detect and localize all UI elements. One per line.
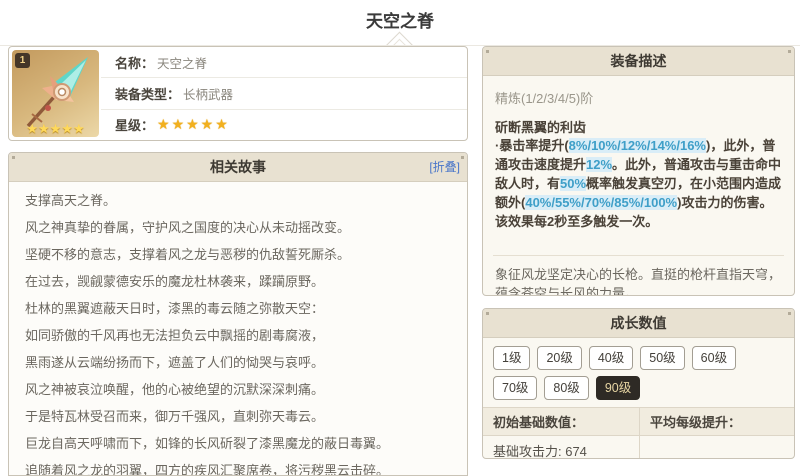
base-attack-stat: 基础攻击力: 674 <box>493 444 587 459</box>
growth-panel-header: 成长数值 <box>483 309 794 338</box>
level-tab[interactable]: 80级 <box>544 376 589 400</box>
type-label: 装备类型： <box>115 86 181 102</box>
level-tab[interactable]: 90级 <box>595 376 641 400</box>
skill-text-segment: ·暴击率提升( <box>495 138 569 153</box>
story-line: 风之神真挚的眷属，守护风之国度的决心从未动摇改变。 <box>25 220 351 235</box>
refine-rank-label: 精炼(1/2/3/4/5)阶 <box>495 91 594 106</box>
story-line: 支撑高天之脊。 <box>25 193 117 208</box>
weapon-info-card: 1 ★★★★★ 名称： 天空之脊 装备类型： 长柄武器 星级： ★★★★★ <box>8 46 468 141</box>
info-row-rarity: 星级： ★★★★★ <box>101 110 467 140</box>
name-label: 名称： <box>115 55 155 71</box>
growth-table: 初始基础数值： 平均每级提升： 基础攻击力: 674 元素充能效率: 36.8% <box>483 407 794 459</box>
growth-stats-panel: 成长数值 1级 20级 40级 50级 60级 70级 80级 90级 初始基础数值： 平均每… <box>482 308 795 459</box>
skill-text-segment: 12% <box>586 157 613 172</box>
story-line: 巨龙自高天呼啸而下，如锋的长风斫裂了漆黑魔龙的蔽日毒翼。 <box>25 436 390 451</box>
story-line: 坚硬不移的意志，支撑着风之龙与恶秽的仇敌誓死厮杀。 <box>25 247 351 262</box>
story-panel: 相关故事 [折叠] 支撑高天之脊。风之神真挚的眷属，守护风之国度的决心从未动摇改… <box>8 152 468 476</box>
description-panel: 装备描述 精炼(1/2/3/4/5)阶 斫断黑翼的利齿 ·暴击率提升(8%/10… <box>482 46 795 296</box>
story-body: 支撑高天之脊。风之神真挚的眷属，守护风之国度的决心从未动摇改变。 坚硬不移的意志，… <box>9 182 467 476</box>
refine-rank-badge: 1 <box>15 53 30 68</box>
skill-text-segment: 8%/10%/12%/14%/16% <box>568 138 706 153</box>
base-stats-column-header: 初始基础数值： <box>483 408 640 436</box>
passive-skill-name: 斫断黑翼的利齿 <box>495 120 587 135</box>
level-tab[interactable]: 40级 <box>588 346 634 370</box>
description-body: 精炼(1/2/3/4/5)阶 斫断黑翼的利齿 ·暴击率提升(8%/10%/12%… <box>483 76 794 296</box>
level-tab[interactable]: 1级 <box>493 346 531 370</box>
rarity-stars: ★★★★★ <box>157 116 230 133</box>
description-panel-title: 装备描述 <box>610 53 667 69</box>
weapon-thumbnail: 1 ★★★★★ <box>12 50 99 137</box>
story-line: 风之神被哀泣唤醒，他的心被绝望的沉默深深刺痛。 <box>25 382 325 397</box>
info-rows: 名称： 天空之脊 装备类型： 长柄武器 星级： ★★★★★ <box>101 47 467 140</box>
story-panel-header: 相关故事 [折叠] <box>9 153 467 182</box>
story-line: 在过去，觊觎蒙德安乐的魔龙杜林袭来，蹂躏原野。 <box>25 274 325 289</box>
passive-skill-description: ·暴击率提升(8%/10%/12%/14%/16%)，此外，普通攻击速度提升12… <box>495 136 782 231</box>
skill-text-segment: 50% <box>560 176 587 191</box>
avg-per-level-cell <box>640 436 794 458</box>
flavor-text: 象征风龙坚定决心的长枪。直挺的枪杆直指天穹，蕴含苍空与长风的力量。 <box>495 267 782 296</box>
story-line: 如同骄傲的千风再也无法担负云中飘摇的剧毒腐液， <box>25 328 325 343</box>
skill-text-segment: 40%/55%/70%/85%/100% <box>525 195 678 210</box>
level-tab[interactable]: 20级 <box>537 346 582 370</box>
level-tab[interactable]: 70级 <box>493 376 538 400</box>
description-divider <box>493 255 784 256</box>
level-tab[interactable]: 50级 <box>640 346 685 370</box>
name-value: 天空之脊 <box>157 56 208 71</box>
growth-panel-title: 成长数值 <box>610 315 667 331</box>
info-row-name: 名称： 天空之脊 <box>101 47 467 79</box>
weapon-wiki-page: 天空之脊 1 ★★★★★ 名称： 天空之脊 装备类型： 长柄武器 星级： ★★★… <box>0 0 800 476</box>
level-tabs: 1级 20级 40级 50级 60级 70级 80级 90级 <box>483 338 794 407</box>
story-line: 追随着风之龙的羽翼，四方的疾风汇聚席卷，将污秽黑云击碎。 <box>25 463 390 476</box>
story-line: 于是特瓦林受召而来，御万千强风，直刺弥天毒云。 <box>25 409 325 424</box>
base-stats-cell: 基础攻击力: 674 元素充能效率: 36.8% <box>483 436 640 459</box>
info-row-type: 装备类型： 长柄武器 <box>101 78 467 110</box>
rarity-label: 星级： <box>115 118 155 134</box>
collapse-button[interactable]: [折叠] <box>429 153 460 181</box>
type-value: 长柄武器 <box>183 87 234 102</box>
thumbnail-star-rating: ★★★★★ <box>26 121 85 136</box>
avg-per-level-column-header: 平均每级提升： <box>640 408 794 436</box>
page-title: 天空之脊 <box>366 12 434 31</box>
story-panel-title: 相关故事 <box>210 159 266 175</box>
description-panel-header: 装备描述 <box>483 47 794 76</box>
level-tab[interactable]: 60级 <box>691 346 737 370</box>
story-line: 黑雨遂从云端纷扬而下，遮盖了人们的恸哭与哀呼。 <box>25 355 325 370</box>
story-line: 杜林的黑翼遮蔽天日时，漆黑的毒云随之弥散天空： <box>25 301 325 316</box>
